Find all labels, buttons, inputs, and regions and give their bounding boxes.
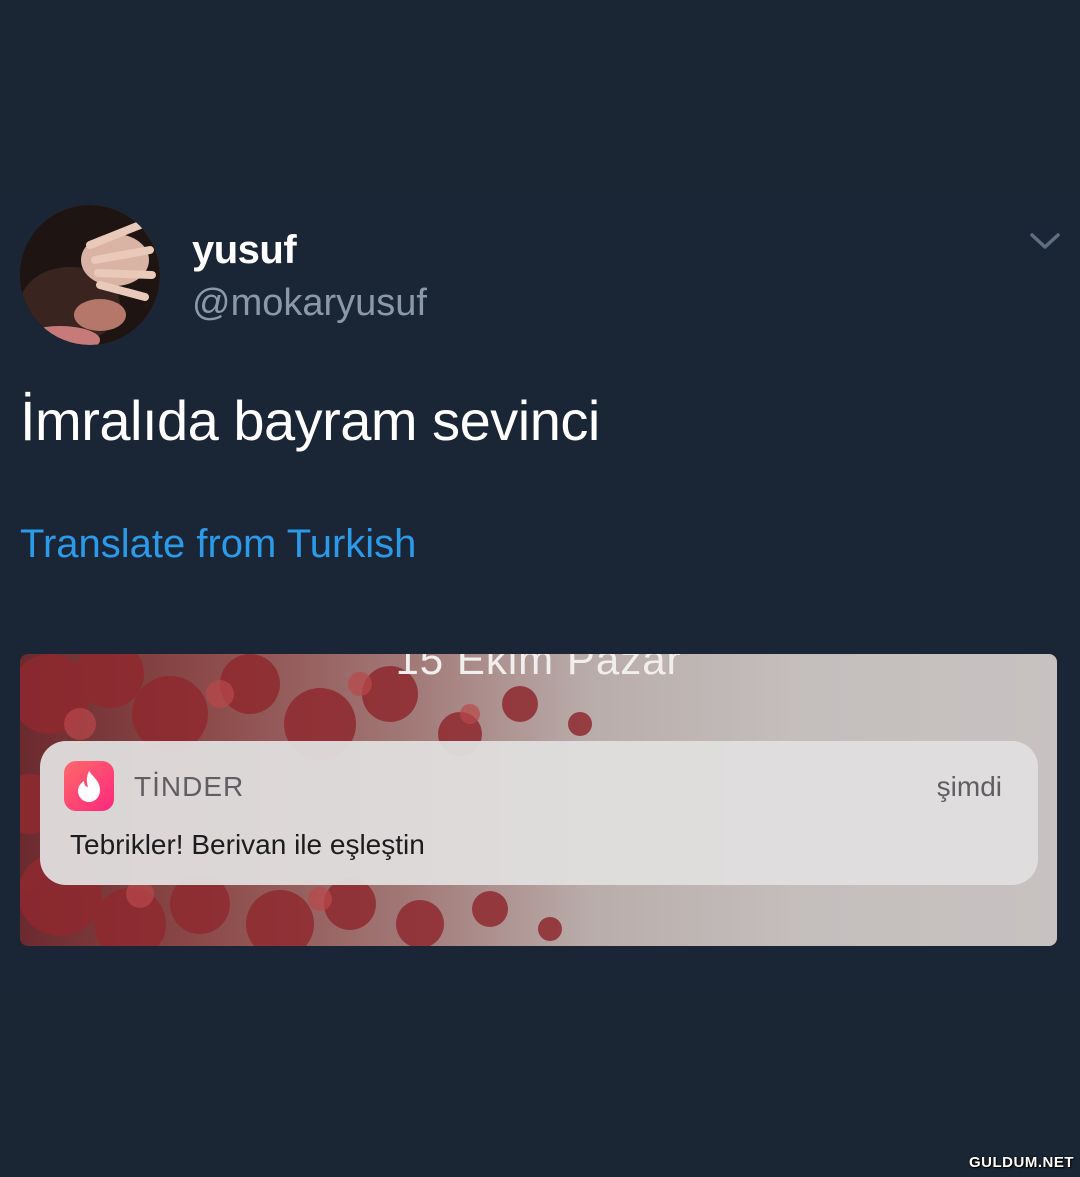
watermark: GULDUM.NET <box>969 1154 1074 1171</box>
tinder-flame-icon <box>64 761 114 811</box>
tweet-media-image[interactable]: 15 Ekim Pazar TİNDER şimdi Tebrikler! Be… <box>20 654 1057 946</box>
notification-message: Tebrikler! Berivan ile eşleştin <box>70 829 425 860</box>
tweet-text: İmralıda bayram sevinci <box>20 389 600 452</box>
notification-app-name: TİNDER <box>134 771 245 802</box>
tweet-card[interactable]: yusuf @mokaryusuf İmralıda bayram sevinc… <box>0 190 1080 990</box>
notification-time: şimdi <box>936 771 1002 802</box>
chevron-down-icon[interactable] <box>1028 230 1062 252</box>
avatar[interactable] <box>20 205 160 345</box>
translate-link[interactable]: Translate from Turkish <box>20 522 416 567</box>
lockscreen-date: 15 Ekim Pazar <box>395 654 682 683</box>
avatar-photo <box>20 205 160 345</box>
user-handle[interactable]: @mokaryusuf <box>192 282 427 325</box>
display-name[interactable]: yusuf <box>192 228 297 273</box>
notification-card[interactable]: TİNDER şimdi Tebrikler! Berivan ile eşle… <box>40 741 1038 885</box>
